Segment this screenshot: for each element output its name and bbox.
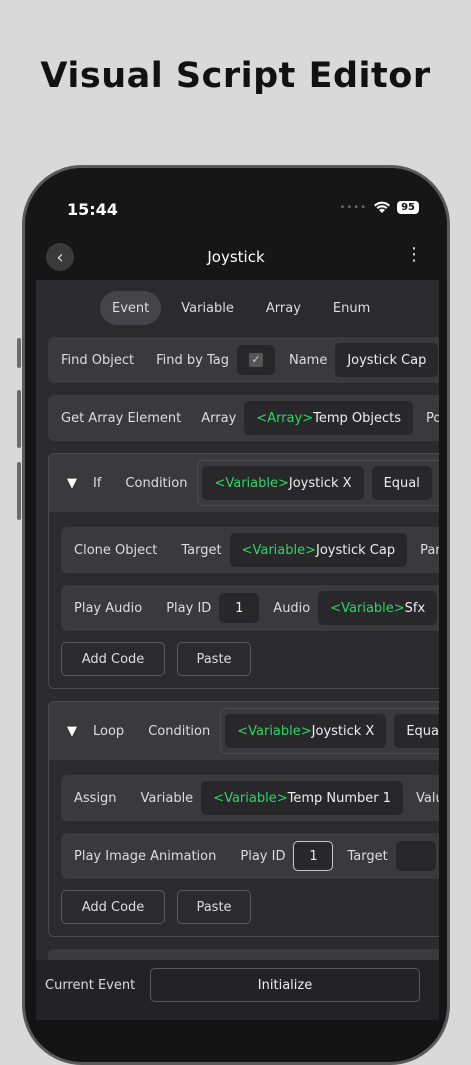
variable-type-tag: <Variable> xyxy=(330,600,405,616)
play-audio-label: Play Audio xyxy=(74,600,143,616)
play-id-field[interactable]: 1 xyxy=(219,593,260,623)
condition-variable-field[interactable]: <Variable> Joystick X xyxy=(202,466,364,500)
audio-field[interactable]: <Variable> Sfx xyxy=(318,591,438,625)
play-audio-row[interactable]: Play Audio Play ID 1 Audio <Variable> Sfx… xyxy=(61,585,439,631)
page-title: Joystick xyxy=(207,248,265,266)
find-object-label: Find Object xyxy=(61,352,135,368)
if-block: ▼ If Condition <Variable> Joystick X Equa… xyxy=(48,453,439,689)
script-canvas: Event Variable Array Enum Find Object Fi… xyxy=(36,280,439,960)
tab-variable[interactable]: Variable xyxy=(169,291,246,325)
assign-row[interactable]: Assign Variable <Variable> Temp Number 1 … xyxy=(61,775,439,821)
if-block-header[interactable]: ▼ If Condition <Variable> Joystick X Equa… xyxy=(49,454,439,512)
play-id-label: Play ID xyxy=(240,848,286,864)
array-type-tag: <Array> xyxy=(256,410,314,426)
clone-object-row[interactable]: Clone Object Target <Variable> Joystick C… xyxy=(61,527,439,573)
variable-type-tag: <Variable> xyxy=(213,790,288,806)
target-field[interactable]: <Variable> Joystick Cap xyxy=(229,533,408,567)
status-time: 15:44 xyxy=(67,200,118,219)
get-array-element-row[interactable]: Get Array Element Array <Array> Temp Obje… xyxy=(48,395,439,441)
add-code-button[interactable]: Add Code xyxy=(61,890,165,924)
promo-title: Visual Script Editor xyxy=(40,56,431,96)
tab-enum[interactable]: Enum xyxy=(321,291,382,325)
battery-icon: 95 xyxy=(397,201,419,214)
tab-event[interactable]: Event xyxy=(100,291,162,325)
variable-type-tag: <Variable> xyxy=(241,542,316,558)
target-field[interactable] xyxy=(395,841,436,871)
phone-frame: 15:44 •••• 95 ‹ Joystick ⋮ Event Variabl… xyxy=(22,165,450,1065)
variable-type-tag: <Variable> xyxy=(237,723,312,739)
condition-label: Condition xyxy=(148,723,211,739)
array-label: Array xyxy=(201,410,237,426)
status-bar: 15:44 •••• 95 xyxy=(25,168,447,240)
target-label: Target xyxy=(181,542,222,558)
operator-field[interactable]: Equal xyxy=(371,466,432,500)
array-field[interactable]: <Array> Temp Objects xyxy=(244,401,413,435)
play-image-animation-row[interactable]: Play Image Animation Play ID 1 Target xyxy=(61,833,439,879)
position-label: Posit xyxy=(426,410,439,426)
condition-variable-value: Joystick X xyxy=(288,475,352,491)
loop-block: ▼ Loop Condition <Variable> Joystick X Eq… xyxy=(48,701,439,937)
find-by-tag-label: Find by Tag xyxy=(156,352,229,368)
condition-box[interactable]: <Variable>Joystick X Equal xyxy=(197,460,439,506)
parent-label: Pare xyxy=(420,542,439,558)
status-indicators: •••• 95 xyxy=(339,201,419,214)
variable-value: Temp Number 1 xyxy=(287,790,392,806)
condition-variable-field[interactable]: <Variable> Joystick X xyxy=(225,714,387,748)
clone-object-label: Clone Object xyxy=(74,542,158,558)
target-value: Joystick Cap xyxy=(316,542,396,558)
audio-value: Sfx xyxy=(404,600,426,616)
signal-icon: •••• xyxy=(339,202,368,213)
play-id-label: Play ID xyxy=(166,600,212,616)
side-button xyxy=(17,462,21,520)
current-event-label: Current Event xyxy=(45,978,136,993)
play-image-animation-label: Play Image Animation xyxy=(74,848,217,864)
assign-label: Assign xyxy=(74,790,117,806)
play-id-field[interactable]: 1 xyxy=(293,841,334,871)
side-button xyxy=(17,338,21,368)
add-code-button[interactable]: Add Code xyxy=(61,642,165,676)
operator-field[interactable]: Equal xyxy=(394,714,439,748)
paste-button[interactable]: Paste xyxy=(177,890,251,924)
array-value: Temp Objects xyxy=(313,410,401,426)
audio-label: Audio xyxy=(273,600,311,616)
if-keyword: If xyxy=(93,475,102,491)
loop-block-header[interactable]: ▼ Loop Condition <Variable> Joystick X Eq… xyxy=(49,702,439,760)
nav-bar: ‹ Joystick ⋮ xyxy=(25,240,447,280)
find-object-row[interactable]: Find Object Find by Tag ✓ Name Joystick … xyxy=(48,337,439,383)
condition-box[interactable]: <Variable>Joystick X Equal xyxy=(220,708,439,754)
value-label: Value xyxy=(416,790,439,806)
tab-bar: Event Variable Array Enum xyxy=(100,291,382,325)
current-event-selector[interactable]: Initialize xyxy=(150,968,420,1002)
paste-button[interactable]: Paste xyxy=(177,642,251,676)
tab-array[interactable]: Array xyxy=(254,291,313,325)
variable-label: Variable xyxy=(140,790,194,806)
wifi-icon xyxy=(374,201,391,213)
collapse-triangle-icon[interactable]: ▼ xyxy=(67,476,77,491)
condition-label: Condition xyxy=(125,475,188,491)
get-array-element-label: Get Array Element xyxy=(61,410,182,426)
bottom-bar: Current Event Initialize xyxy=(36,960,439,1020)
condition-variable-value: Joystick X xyxy=(311,723,375,739)
find-by-tag-checkbox[interactable]: ✓ xyxy=(236,345,275,375)
target-label: Target xyxy=(347,848,388,864)
collapse-triangle-icon[interactable]: ▼ xyxy=(67,724,77,739)
variable-field[interactable]: <Variable> Temp Number 1 xyxy=(201,781,404,815)
variable-type-tag: <Variable> xyxy=(214,475,289,491)
more-options-button[interactable]: ⋮ xyxy=(405,246,423,264)
name-label: Name xyxy=(288,352,328,368)
more-vertical-icon: ⋮ xyxy=(405,244,423,265)
name-field[interactable]: Joystick Cap xyxy=(335,343,439,377)
check-icon: ✓ xyxy=(248,353,263,367)
loop-keyword: Loop xyxy=(93,723,125,739)
next-block-row[interactable] xyxy=(48,949,439,960)
side-button xyxy=(17,390,21,448)
